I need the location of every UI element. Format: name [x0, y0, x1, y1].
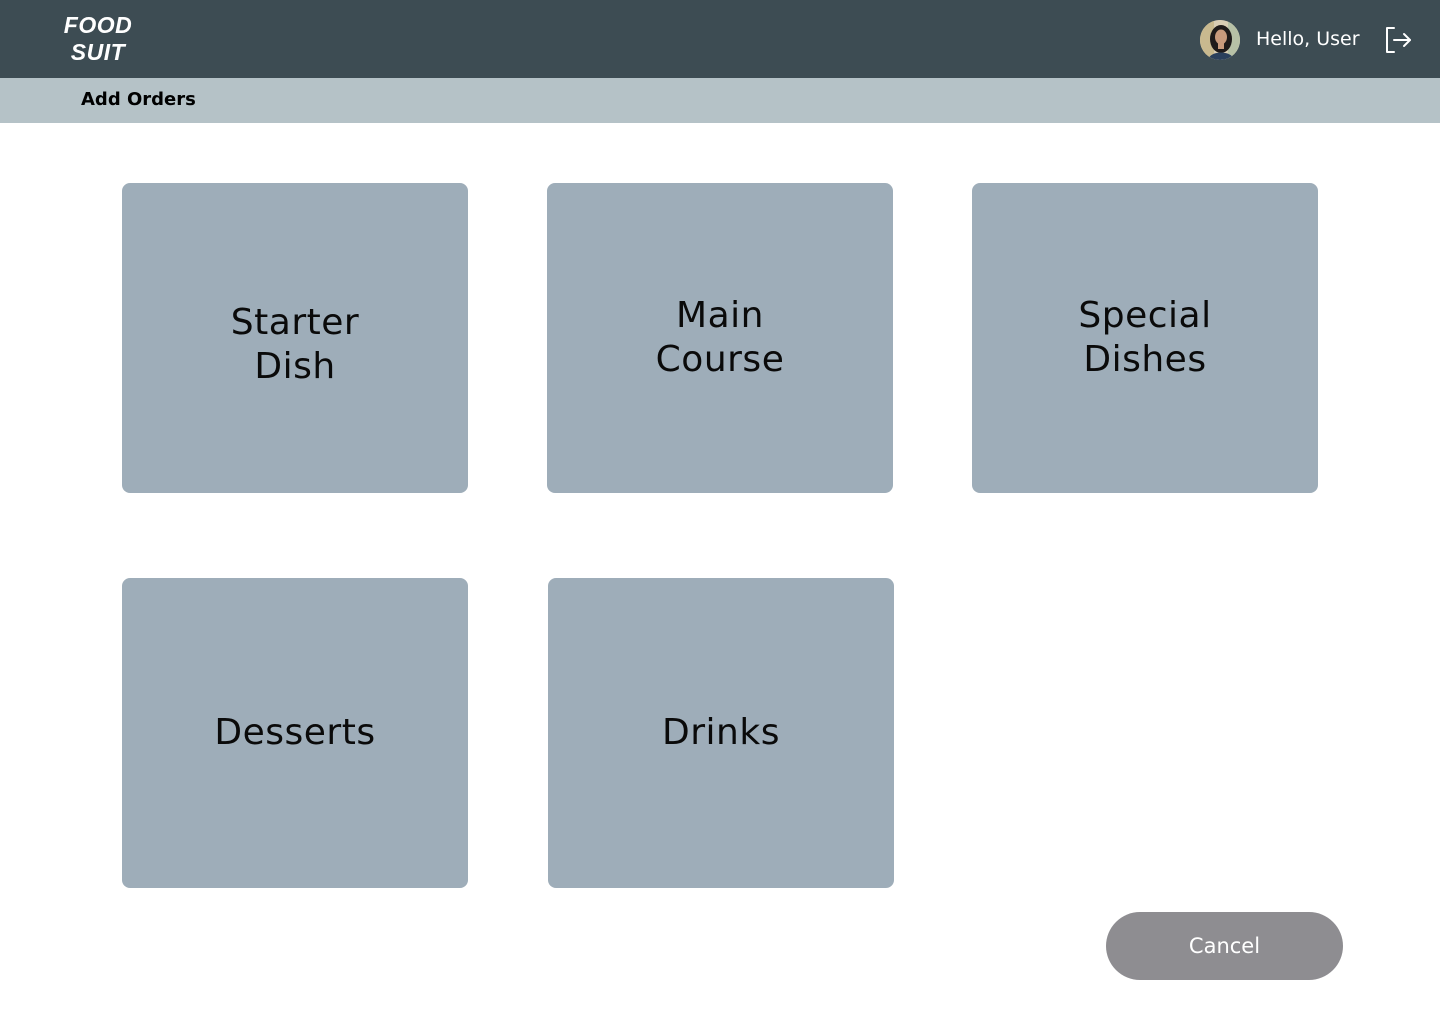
avatar-icon [1200, 20, 1240, 60]
user-greeting: Hello, User [1256, 28, 1360, 50]
category-tile-label: Special Dishes [1078, 295, 1212, 380]
category-tile-main-course[interactable]: Main Course [547, 183, 893, 493]
logo-line-2: SUIT [70, 39, 126, 65]
category-tile-label: Starter Dish [230, 302, 360, 387]
app-logo[interactable]: FOOD SUIT [62, 12, 134, 66]
page-title: Add Orders [81, 89, 196, 110]
logo-line-1: FOOD [63, 12, 133, 38]
logout-button[interactable] [1383, 25, 1413, 55]
category-tile-starter-dish[interactable]: Starter Dish [122, 183, 468, 493]
category-tile-label: Desserts [214, 712, 376, 753]
user-avatar[interactable] [1200, 20, 1240, 60]
top-app-bar: FOOD SUIT Hello, User [0, 0, 1440, 78]
category-tile-desserts[interactable]: Desserts [122, 578, 468, 888]
logout-icon [1386, 27, 1411, 53]
category-tile-label: Drinks [662, 712, 780, 753]
category-tile-drinks[interactable]: Drinks [548, 578, 894, 888]
cancel-button[interactable]: Cancel [1106, 912, 1343, 980]
category-tile-special-dishes[interactable]: Special Dishes [972, 183, 1318, 493]
page-subheader: Add Orders [0, 78, 1440, 123]
category-tile-label: Main Course [655, 295, 785, 380]
